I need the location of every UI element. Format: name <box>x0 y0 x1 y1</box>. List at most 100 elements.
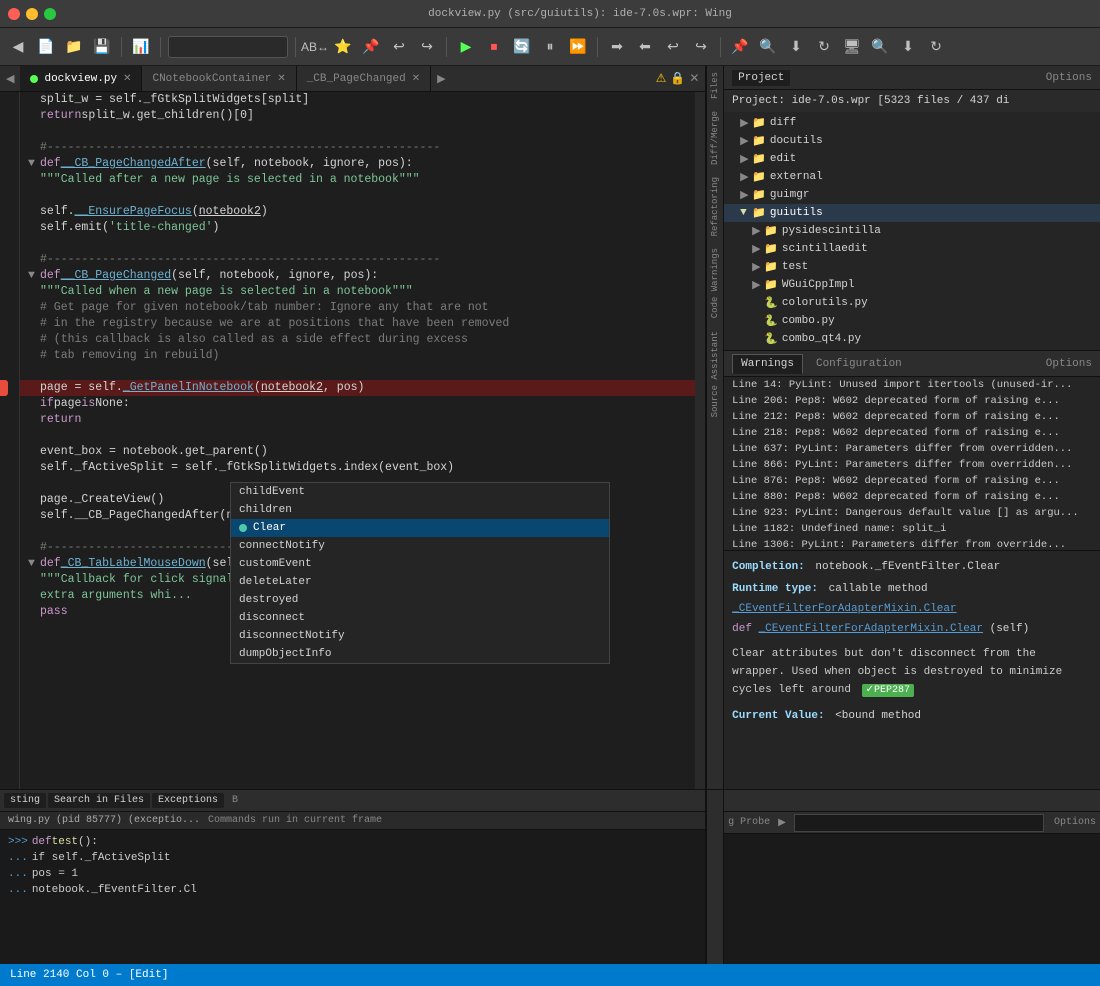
stop-btn[interactable]: ⏹ <box>482 35 506 59</box>
debug-console[interactable]: >>> def test (): ... if self._fActiveSpl… <box>0 830 705 964</box>
sa-def-value[interactable]: _CEventFilterForAdapterMixin.Clear <box>759 623 983 635</box>
search-input[interactable] <box>168 36 288 58</box>
chart-btn[interactable]: 📊 <box>129 35 153 59</box>
vtab-diff[interactable]: Diff/Merge <box>708 105 722 171</box>
warning-5[interactable]: Line 866: PyLint: Parameters differ from… <box>724 457 1100 473</box>
tree-content[interactable]: ▶ 📁 diff ▶ 📁 docutils ▶ 📁 edit <box>724 112 1100 350</box>
new-btn[interactable]: 📄 <box>34 35 58 59</box>
warning-3[interactable]: Line 218: Pep8: W602 deprecated form of … <box>724 425 1100 441</box>
back-btn[interactable]: ◀ <box>6 35 30 59</box>
editor-content[interactable]: split_w = self._fGtkSplitWidgets[split] … <box>0 92 705 789</box>
down-btn[interactable]: ⬇ <box>784 35 808 59</box>
minimize-button[interactable] <box>26 8 38 20</box>
refresh-btn[interactable]: ↻ <box>812 35 836 59</box>
editor-scrollbar[interactable] <box>695 92 705 789</box>
probe-options[interactable]: Options <box>1054 817 1096 828</box>
ac-item-disconnectNotify[interactable]: disconnectNotify <box>231 627 609 645</box>
tree-external[interactable]: ▶ 📁 external <box>724 168 1100 186</box>
warnings-tab-config[interactable]: Configuration <box>807 354 911 374</box>
tab-close-cnotebook[interactable]: ✕ <box>277 73 285 85</box>
autocomplete-popup[interactable]: childEvent children Clear connectNotify … <box>230 482 610 664</box>
tree-scintillaedit[interactable]: ▶ 📁 scintillaedit <box>724 240 1100 258</box>
bookmark-btn[interactable]: ⭐ <box>331 35 355 59</box>
tree-combo-qt4[interactable]: 🐍 combo_qt4.py <box>724 330 1100 348</box>
save-btn[interactable]: 💾 <box>90 35 114 59</box>
nav-btn[interactable]: 📌 <box>359 35 383 59</box>
find2-btn[interactable]: 🔍 <box>868 35 892 59</box>
pause-btn[interactable]: ⏸ <box>538 35 562 59</box>
tab-scroll-right[interactable]: ▶ <box>431 66 451 91</box>
warning-2[interactable]: Line 212: Pep8: W602 deprecated form of … <box>724 409 1100 425</box>
screen-btn[interactable]: 🖥 <box>840 35 864 59</box>
restart-btn[interactable]: 🔄 <box>510 35 534 59</box>
ac-item-destroyed[interactable]: destroyed <box>231 591 609 609</box>
nav2-btn[interactable]: ↩ <box>387 35 411 59</box>
tree-edit[interactable]: ▶ 📁 edit <box>724 150 1100 168</box>
tab-close-dockview[interactable]: ✕ <box>123 73 131 85</box>
vtab-source[interactable]: Source Assistant <box>708 325 722 423</box>
tree-diff[interactable]: ▶ 📁 diff <box>724 114 1100 132</box>
pin-btn[interactable]: 📌 <box>728 35 752 59</box>
vtab-refactoring[interactable]: Refactoring <box>708 171 722 242</box>
undo-btn[interactable]: ↩ <box>661 35 685 59</box>
sa-runtime-link[interactable]: _CEventFilterForAdapterMixin.Clear <box>732 603 956 615</box>
warning-9[interactable]: Line 1182: Undefined name: split_i <box>724 521 1100 537</box>
vtab-files[interactable]: Files <box>708 66 722 105</box>
warning-8[interactable]: Line 923: PyLint: Dangerous default valu… <box>724 505 1100 521</box>
vtab-code-warnings[interactable]: Code Warnings <box>708 242 722 324</box>
warnings-tab-warnings[interactable]: Warnings <box>732 354 803 374</box>
tab-dockview[interactable]: dockview.py ✕ <box>20 66 142 91</box>
maximize-button[interactable] <box>44 8 56 20</box>
ac-item-customEvent[interactable]: customEvent <box>231 555 609 573</box>
warnings-content[interactable]: Line 14: PyLint: Unused import itertools… <box>724 377 1100 550</box>
tree-test[interactable]: ▶ 📁 test <box>724 258 1100 276</box>
warning-1[interactable]: Line 206: Pep8: W602 deprecated form of … <box>724 393 1100 409</box>
btab-sting[interactable]: sting <box>4 793 46 808</box>
ac-item-dumpObjectInfo[interactable]: dumpObjectInfo <box>231 645 609 663</box>
nav3-btn[interactable]: ↪ <box>415 35 439 59</box>
code-area[interactable]: split_w = self._fGtkSplitWidgets[split] … <box>20 92 695 789</box>
btab-b[interactable]: B <box>226 793 244 808</box>
sa-link-line[interactable]: _CEventFilterForAdapterMixin.Clear <box>732 601 1092 617</box>
tree-dialogs[interactable]: 🐍 dialogs.py <box>724 348 1100 350</box>
warning-0[interactable]: Line 14: PyLint: Unused import itertools… <box>724 377 1100 393</box>
ac-item-children[interactable]: children <box>231 501 609 519</box>
warning-7[interactable]: Line 880: Pep8: W602 deprecated form of … <box>724 489 1100 505</box>
tab-scroll-left[interactable]: ◀ <box>0 66 20 91</box>
tree-combo[interactable]: 🐍 combo.py <box>724 312 1100 330</box>
open-btn[interactable]: 📁 <box>62 35 86 59</box>
btab-search-in-files[interactable]: Search in Files <box>48 793 150 808</box>
ac-item-Clear[interactable]: Clear <box>231 519 609 537</box>
ac-item-deleteLater[interactable]: deleteLater <box>231 573 609 591</box>
close-button[interactable] <box>8 8 20 20</box>
jump-btn[interactable]: ➡ <box>605 35 629 59</box>
warning-6[interactable]: Line 876: Pep8: W602 deprecated form of … <box>724 473 1100 489</box>
tree-wguicppimpl[interactable]: ▶ 📁 WGuiCppImpl <box>724 276 1100 294</box>
ac-item-childEvent[interactable]: childEvent <box>231 483 609 501</box>
find-btn[interactable]: AB↔ <box>303 35 327 59</box>
tree-colorutils[interactable]: 🐍 colorutils.py <box>724 294 1100 312</box>
ac-item-disconnect[interactable]: disconnect <box>231 609 609 627</box>
run-btn[interactable]: ▶ <box>454 35 478 59</box>
redo-btn[interactable]: ↪ <box>689 35 713 59</box>
btab-exceptions[interactable]: Exceptions <box>152 793 224 808</box>
tree-guiutils[interactable]: ▼ 📁 guiutils <box>724 204 1100 222</box>
tree-guimgr[interactable]: ▶ 📁 guimgr <box>724 186 1100 204</box>
tab-cbpagechanged[interactable]: _CB_PageChanged ✕ <box>297 66 431 91</box>
ac-item-connectNotify[interactable]: connectNotify <box>231 537 609 555</box>
down2-btn[interactable]: ⬇ <box>896 35 920 59</box>
tree-pysidescintilla[interactable]: ▶ 📁 pysidescintilla <box>724 222 1100 240</box>
tab-close-cbpagechanged[interactable]: ✕ <box>412 73 420 85</box>
project-tab[interactable]: Project <box>732 70 790 86</box>
search2-btn[interactable]: 🔍 <box>756 35 780 59</box>
warning-10[interactable]: Line 1306: PyLint: Parameters differ fro… <box>724 537 1100 550</box>
refresh2-btn[interactable]: ↻ <box>924 35 948 59</box>
warnings-options[interactable]: Options <box>1046 358 1092 370</box>
probe-input[interactable] <box>794 814 1044 832</box>
tab-close-all[interactable]: ✕ <box>689 71 699 86</box>
project-options[interactable]: Options <box>1046 72 1092 84</box>
step-btn[interactable]: ⏩ <box>566 35 590 59</box>
tab-cnotebook[interactable]: CNotebookContainer ✕ <box>142 66 296 91</box>
back2-btn[interactable]: ⬅ <box>633 35 657 59</box>
tree-docutils[interactable]: ▶ 📁 docutils <box>724 132 1100 150</box>
